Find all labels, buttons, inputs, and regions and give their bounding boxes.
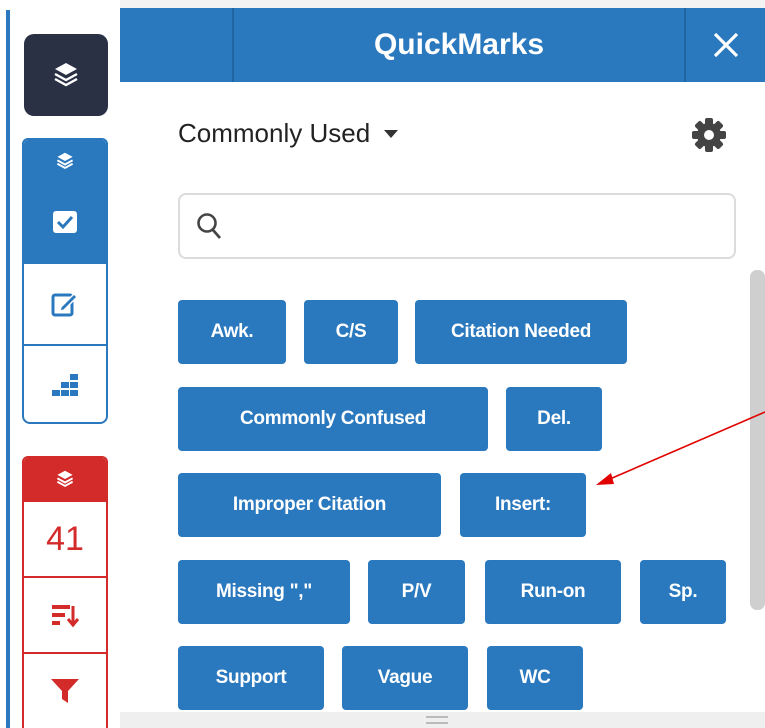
grading-group-header bbox=[24, 140, 106, 182]
comment-tool-button[interactable] bbox=[24, 262, 106, 344]
close-icon bbox=[713, 32, 738, 58]
set-dropdown-label: Commonly Used bbox=[178, 118, 371, 148]
quickmark-button[interactable]: Improper Citation bbox=[178, 473, 441, 537]
close-button[interactable] bbox=[686, 8, 765, 82]
grid-icon bbox=[52, 374, 78, 396]
quickmark-button[interactable]: Commonly Confused bbox=[178, 387, 488, 451]
search-box bbox=[178, 193, 736, 259]
quickmark-button[interactable]: C/S bbox=[304, 300, 398, 364]
layers-icon bbox=[54, 63, 78, 87]
grading-tool-group bbox=[22, 138, 108, 424]
quickmark-set-dropdown[interactable]: Commonly Used bbox=[178, 118, 399, 149]
filter-button[interactable] bbox=[24, 652, 106, 728]
layers-button[interactable] bbox=[24, 34, 108, 116]
quickmark-button[interactable]: Del. bbox=[506, 387, 602, 451]
scrollbar[interactable] bbox=[750, 270, 765, 610]
settings-button[interactable] bbox=[692, 118, 730, 160]
similarity-score-button[interactable]: 41 bbox=[24, 500, 106, 576]
layers-icon bbox=[56, 470, 74, 488]
quickmarks-tool-button[interactable] bbox=[24, 182, 106, 262]
quickmark-button[interactable]: WC bbox=[487, 646, 583, 710]
similarity-tool-group: 41 bbox=[22, 456, 108, 728]
quickmarks-panel: QuickMarks Commonly Used Awk. C/S Citati… bbox=[120, 0, 765, 728]
checkbox-icon bbox=[53, 211, 77, 233]
panel-header: QuickMarks bbox=[120, 0, 765, 82]
tool-rail: 41 bbox=[0, 0, 120, 728]
quickmark-button[interactable]: Support bbox=[178, 646, 324, 710]
panel-title: QuickMarks bbox=[373, 28, 545, 61]
layers-icon bbox=[56, 152, 74, 170]
rubric-tool-button[interactable] bbox=[24, 344, 106, 422]
quickmark-button[interactable]: Missing "," bbox=[178, 560, 350, 624]
filter-icon bbox=[51, 679, 79, 703]
quickmark-button[interactable]: Insert: bbox=[460, 473, 586, 537]
quickmark-button[interactable]: P/V bbox=[368, 560, 465, 624]
search-input[interactable] bbox=[236, 203, 720, 251]
search-icon bbox=[197, 213, 222, 239]
chevron-down-icon bbox=[384, 129, 399, 138]
sort-icon bbox=[52, 605, 79, 628]
similarity-group-header bbox=[24, 458, 106, 500]
resize-handle[interactable] bbox=[426, 716, 448, 724]
rail-edge bbox=[6, 10, 10, 728]
quickmark-button[interactable]: Awk. bbox=[178, 300, 286, 364]
quickmark-button[interactable]: Run-on bbox=[485, 560, 621, 624]
sort-button[interactable] bbox=[24, 576, 106, 652]
quickmark-button[interactable]: Citation Needed bbox=[415, 300, 627, 364]
edit-icon bbox=[51, 293, 78, 317]
quickmark-button[interactable]: Vague bbox=[342, 646, 468, 710]
gear-icon bbox=[692, 118, 726, 152]
similarity-count: 41 bbox=[46, 519, 84, 558]
quickmark-button[interactable]: Sp. bbox=[640, 560, 726, 624]
